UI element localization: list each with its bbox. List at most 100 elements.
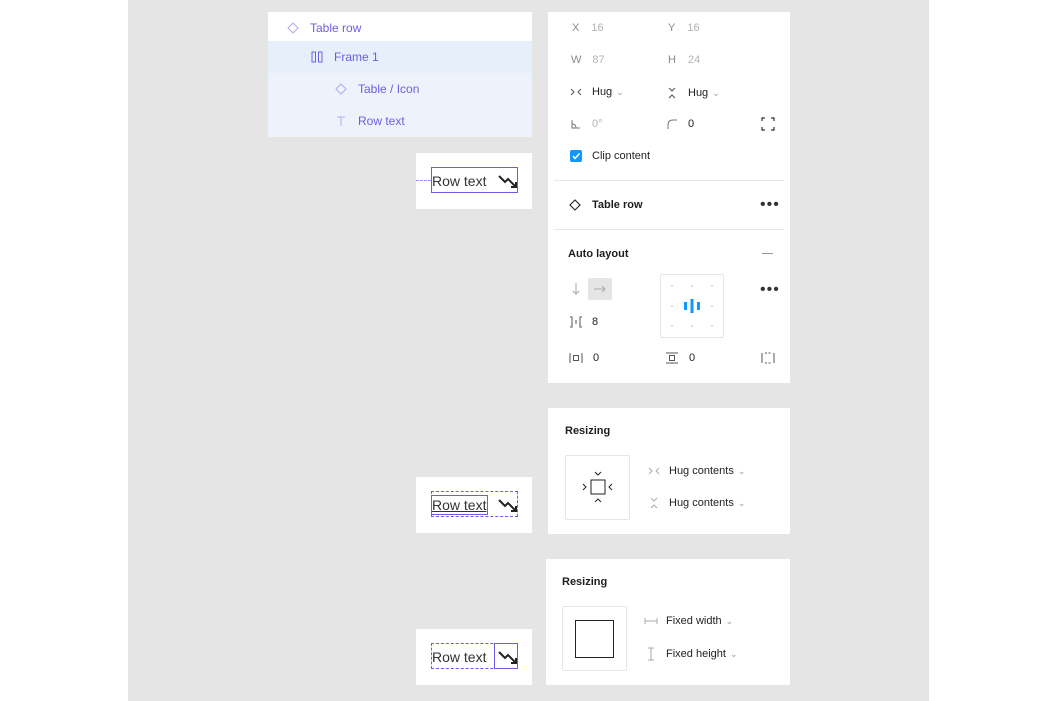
corner-radius-value: 0 bbox=[688, 118, 695, 130]
alignment-grid[interactable] bbox=[660, 274, 724, 338]
height-field[interactable]: H 24 bbox=[668, 54, 700, 66]
padding-horizontal-value: 0 bbox=[593, 352, 600, 364]
chevron-down-icon: ⌄ bbox=[729, 648, 738, 659]
horizontal-resizing-value: Hug contents bbox=[669, 465, 734, 477]
hug-horizontal-icon bbox=[647, 465, 661, 477]
vertical-resizing-value: Hug contents bbox=[669, 497, 734, 509]
divider bbox=[554, 229, 784, 230]
layer-item-label: Frame 1 bbox=[334, 50, 379, 64]
trend-down-icon bbox=[498, 497, 518, 513]
direction-horizontal-button[interactable] bbox=[588, 278, 612, 300]
resizing-panel-hug: Resizing Hug contents ⌄ Hug contents ⌄ bbox=[548, 408, 790, 534]
y-label: Y bbox=[668, 22, 676, 34]
component-instance-icon bbox=[334, 82, 348, 96]
padding-vertical-value: 0 bbox=[689, 352, 696, 364]
chevron-down-icon: ⌄ bbox=[737, 465, 746, 476]
layers-panel: Table row Frame 1 Table / Icon Row text bbox=[268, 12, 532, 137]
width-sizing-value: Hug bbox=[592, 86, 613, 98]
individual-padding-icon[interactable] bbox=[761, 352, 775, 364]
layer-item-label: Row text bbox=[358, 114, 405, 128]
more-options-icon[interactable]: ••• bbox=[760, 197, 780, 213]
rotation-value: 0° bbox=[592, 118, 603, 130]
corner-radius-icon bbox=[666, 118, 678, 130]
more-options-icon[interactable]: ••• bbox=[760, 282, 780, 298]
h-value: 24 bbox=[687, 54, 701, 66]
component-name: Table row bbox=[592, 199, 643, 211]
independent-corners-icon[interactable] bbox=[761, 117, 775, 131]
remove-auto-layout-icon[interactable] bbox=[762, 253, 773, 254]
width-field[interactable]: W 87 bbox=[571, 54, 605, 66]
horizontal-resize-icon bbox=[569, 86, 583, 98]
fixed-width-icon bbox=[644, 615, 658, 627]
vertical-resizing-dropdown[interactable]: Fixed height ⌄ bbox=[644, 647, 737, 661]
w-label: W bbox=[571, 54, 582, 66]
h-label: H bbox=[668, 54, 676, 66]
design-properties-panel: X 16 Y 16 W 87 H 24 Hug ⌄ Hug ⌄ 0° 0 Cli… bbox=[548, 12, 790, 383]
spacing-guide bbox=[416, 180, 431, 181]
row-text: Row text bbox=[432, 173, 487, 189]
padding-vertical-icon bbox=[665, 352, 679, 364]
layer-item-table-icon[interactable]: Table / Icon bbox=[268, 73, 532, 105]
vertical-resizing-value: Fixed height bbox=[666, 648, 726, 660]
preview-card-2: Row text bbox=[416, 477, 532, 533]
layer-item-frame-1[interactable]: Frame 1 bbox=[268, 41, 532, 73]
padding-horizontal-icon bbox=[569, 352, 583, 364]
height-sizing-dropdown[interactable]: Hug ⌄ bbox=[666, 86, 720, 100]
horizontal-resizing-value: Fixed width bbox=[666, 615, 722, 627]
component-instance-icon bbox=[286, 21, 300, 35]
row-text: Row text bbox=[432, 497, 487, 513]
item-spacing-value: 8 bbox=[592, 316, 599, 328]
horizontal-resizing-dropdown[interactable]: Fixed width ⌄ bbox=[644, 615, 733, 627]
x-position-field[interactable]: X 16 bbox=[572, 22, 604, 34]
x-value: 16 bbox=[591, 22, 604, 34]
direction-vertical-icon[interactable] bbox=[571, 282, 581, 296]
component-instance-icon bbox=[569, 199, 581, 211]
resizing-title: Resizing bbox=[565, 425, 611, 437]
item-spacing-field[interactable]: 8 bbox=[569, 316, 598, 328]
chevron-down-icon: ⌄ bbox=[712, 87, 720, 98]
x-label: X bbox=[572, 22, 580, 34]
y-value: 16 bbox=[687, 22, 700, 34]
chevron-down-icon: ⌄ bbox=[725, 615, 734, 626]
row-text: Row text bbox=[432, 649, 487, 665]
width-sizing-dropdown[interactable]: Hug ⌄ bbox=[569, 86, 624, 98]
spacing-icon bbox=[569, 316, 583, 328]
corner-radius-field[interactable]: 0 bbox=[666, 118, 694, 130]
auto-layout-horizontal-icon bbox=[310, 50, 324, 64]
divider bbox=[554, 180, 784, 181]
hug-vertical-icon bbox=[647, 496, 661, 510]
padding-vertical-field[interactable]: 0 bbox=[665, 352, 695, 364]
padding-horizontal-field[interactable]: 0 bbox=[569, 352, 599, 364]
horizontal-resizing-dropdown[interactable]: Hug contents ⌄ bbox=[647, 465, 745, 477]
clip-content-label: Clip content bbox=[592, 150, 651, 162]
text-layer-icon bbox=[334, 114, 348, 128]
arrow-right-icon bbox=[593, 284, 607, 294]
trend-down-icon bbox=[498, 173, 518, 189]
trend-down-icon bbox=[498, 649, 518, 665]
fixed-height-icon bbox=[644, 647, 658, 661]
vertical-resizing-dropdown[interactable]: Hug contents ⌄ bbox=[647, 496, 745, 510]
component-instance-row[interactable]: Table row bbox=[569, 199, 643, 211]
vertical-resize-icon bbox=[666, 86, 678, 100]
auto-layout-title: Auto layout bbox=[568, 248, 629, 260]
clip-content-checkbox[interactable]: Clip content bbox=[570, 150, 650, 162]
height-sizing-value: Hug bbox=[688, 87, 709, 99]
chevron-down-icon: ⌄ bbox=[616, 86, 624, 97]
layer-item-table-row[interactable]: Table row bbox=[268, 12, 532, 44]
resizing-preview-hug bbox=[565, 455, 630, 520]
layer-item-row-text[interactable]: Row text bbox=[268, 105, 532, 137]
checkbox-checked-icon bbox=[570, 150, 582, 162]
y-position-field[interactable]: Y 16 bbox=[668, 22, 700, 34]
rotation-field[interactable]: 0° bbox=[570, 118, 603, 130]
chevron-down-icon: ⌄ bbox=[737, 497, 746, 508]
preview-card-3: Row text bbox=[416, 629, 532, 685]
w-value: 87 bbox=[592, 54, 605, 66]
layer-item-label: Table / Icon bbox=[358, 82, 420, 96]
preview-card-1: Row text bbox=[416, 153, 532, 209]
fixed-size-box bbox=[575, 620, 614, 658]
rotation-icon bbox=[570, 118, 582, 130]
resizing-preview-fixed bbox=[562, 606, 627, 671]
resizing-panel-fixed: Resizing Fixed width ⌄ Fixed height ⌄ bbox=[546, 559, 790, 685]
resizing-title: Resizing bbox=[562, 576, 608, 588]
layer-item-label: Table row bbox=[310, 21, 362, 35]
